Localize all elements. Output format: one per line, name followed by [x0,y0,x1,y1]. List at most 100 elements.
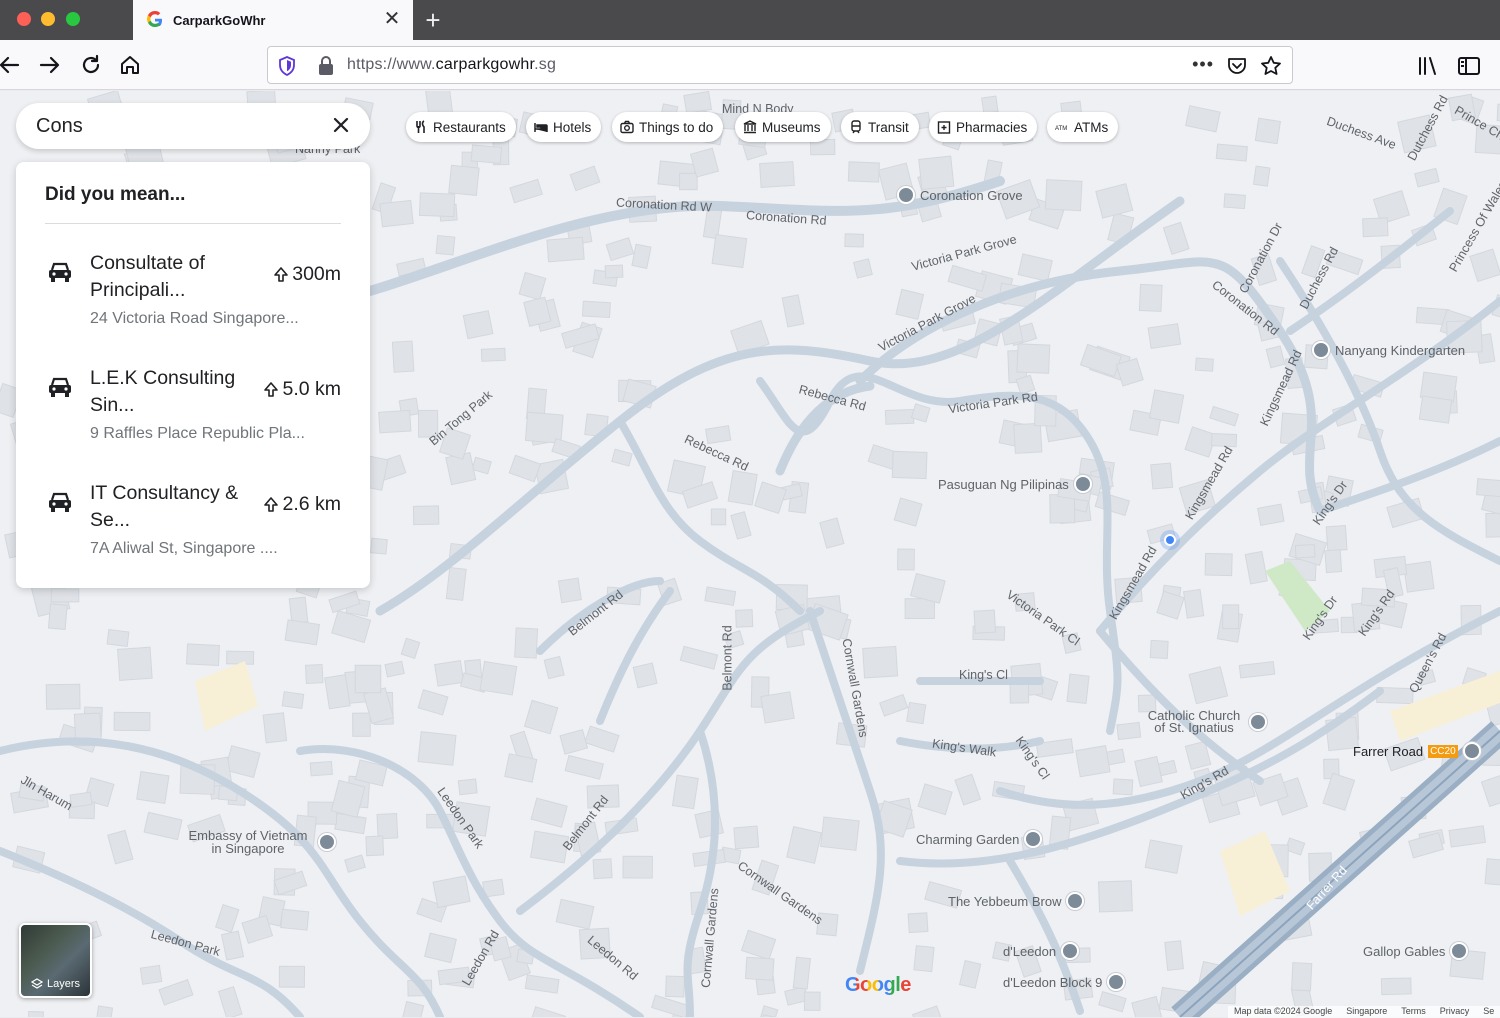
building-block [1254,117,1282,145]
suggestion-distance: 2.6 km [262,493,341,516]
browser-navbar: https://www.carparkgowhr.sg ••• [0,40,1500,90]
building-block [847,161,880,183]
suggestions-title: Did you mean... [45,184,186,205]
search-box[interactable] [16,103,370,149]
poi-marker[interactable]: Pasuguan Ng Pilipinas [938,475,1092,493]
poi-marker[interactable]: Gallop Gables [1363,942,1469,960]
poi-marker[interactable]: Charming Garden [916,830,1043,848]
poi-marker[interactable]: Catholic Church of St. Ignatius [1144,709,1267,734]
sidebar-icon[interactable] [1457,55,1481,77]
poi-marker[interactable]: Coronation Grove [897,186,1023,204]
poi-marker[interactable]: Embassy of Vietnam in Singapore [183,829,336,855]
building-block [546,236,585,263]
minimize-window-button[interactable] [41,12,55,26]
building-block [1209,405,1240,427]
page-actions-more-icon[interactable]: ••• [1192,54,1214,75]
layers-button[interactable]: Layers [19,923,92,998]
close-window-button[interactable] [17,12,31,26]
chip-pharmacies[interactable]: Pharmacies [929,112,1038,142]
building-block [665,975,686,998]
tab-title: CarparkGoWhr [173,12,266,28]
url-text[interactable]: https://www.carparkgowhr.sg [347,56,556,74]
building-block [543,655,565,680]
home-icon[interactable] [117,52,143,78]
building-block [434,660,465,687]
car-icon [49,377,71,397]
poi-marker[interactable]: d'Leedon [1003,942,1080,960]
send-feedback-link[interactable]: Se [1483,1006,1494,1018]
suggestion-item[interactable]: L.E.K Consulting Sin... 5.0 km 9 Raffles… [16,365,370,475]
building-block [679,172,698,191]
map-attribution: Map data ©2024 Google Singapore Terms Pr… [1228,1006,1500,1018]
building-block [1484,858,1500,887]
building-block [710,508,727,526]
car-icon [49,262,71,282]
building-block [555,898,595,930]
url-bar[interactable]: https://www.carparkgowhr.sg ••• [267,46,1293,84]
poi-marker[interactable]: The Yebbeum Brow [948,892,1085,910]
library-icon[interactable] [1417,55,1441,77]
bookmark-star-icon[interactable] [1260,55,1282,77]
building-block [958,959,982,989]
reload-icon[interactable] [78,52,104,78]
building-block [214,903,240,933]
building-block [679,645,719,670]
place-pin-icon [897,186,915,204]
pocket-icon[interactable] [1226,55,1248,77]
chip-restaurants[interactable]: Restaurants [406,112,516,142]
building-block [508,454,542,483]
chip-things-to-do[interactable]: Things to do [612,112,724,142]
building-block [47,603,68,630]
chip-transit[interactable]: Transit [841,112,919,142]
building-block [50,588,80,603]
building-block [786,826,823,864]
divider [45,223,341,224]
building-block [1183,588,1205,619]
building-block [288,596,309,625]
chip-museums[interactable]: Museums [735,112,831,142]
svg-text:ATM: ATM [1055,126,1067,132]
poi-marker[interactable]: d'Leedon Block 9 [1003,973,1126,991]
building-block [139,964,163,985]
suggestion-distance: 5.0 km [262,378,341,401]
embassy-pin-icon [1073,475,1092,493]
building-block [1162,221,1190,255]
search-input[interactable] [36,113,316,139]
building-block [973,609,997,634]
privacy-link[interactable]: Privacy [1440,1006,1470,1018]
back-arrow-icon[interactable] [0,52,22,78]
maximize-window-button[interactable] [66,12,80,26]
poi-marker[interactable]: Nanyang Kindergarten [1312,341,1465,359]
browser-tab[interactable]: CarparkGoWhr ✕ [133,0,413,40]
terms-link[interactable]: Terms [1401,1006,1426,1018]
suggestion-item[interactable]: Consultate of Principali... 300m 24 Vict… [16,250,370,360]
building-block [217,986,243,1017]
building-block [1095,183,1134,219]
building-block [1244,550,1268,585]
forward-arrow-icon[interactable] [37,52,63,78]
building-block [400,637,421,659]
building-block [584,725,620,753]
new-tab-button[interactable]: + [420,6,446,34]
direction-arrow-icon [264,381,279,397]
chip-hotels[interactable]: Hotels [526,112,602,142]
building-block [1476,478,1500,498]
close-tab-icon[interactable]: ✕ [383,9,401,29]
lock-icon[interactable] [316,55,336,77]
bed-icon [534,123,548,132]
fork-knife-icon [416,120,425,133]
building-block [1188,666,1229,705]
building-block [504,753,538,783]
suggestion-item[interactable]: IT Consultancy & Se... 2.6 km 7A Aliwal … [16,480,370,590]
building-block [754,481,787,515]
building-block [1144,839,1183,874]
attribution-region[interactable]: Singapore [1346,1006,1387,1018]
close-icon[interactable] [330,114,352,136]
building-block [1265,345,1286,369]
building-block [1164,940,1184,971]
poi-marker[interactable]: Farrer Road CC20 [1353,742,1481,760]
tracking-shield-icon[interactable] [276,55,298,77]
building-block [412,505,440,526]
chip-atms[interactable]: ATM ATMs [1047,112,1119,142]
building-block [106,629,130,647]
